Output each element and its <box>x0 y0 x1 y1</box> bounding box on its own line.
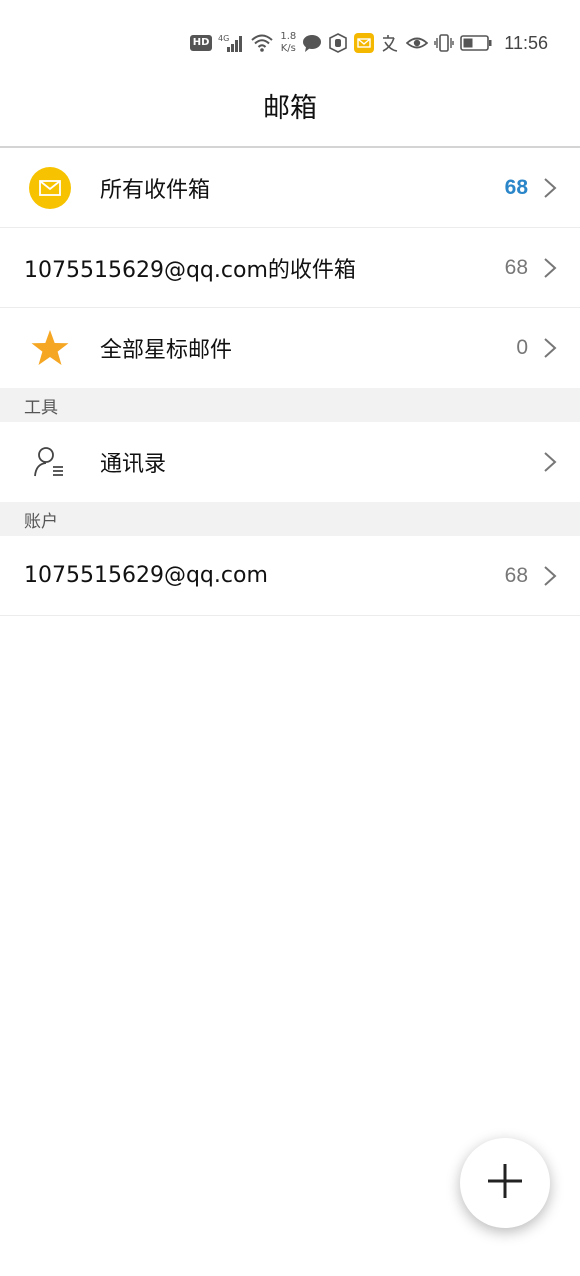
mailbox-row-qq-inbox[interactable]: 1075515629@qq.com的收件箱 68 <box>0 228 580 308</box>
unread-count: 68 <box>504 255 528 279</box>
mailbox-label: 所有收件箱 <box>100 177 211 203</box>
mailbox-label: 1075515629@qq.com的收件箱 <box>24 257 356 283</box>
clock: 11:56 <box>504 32 548 53</box>
eye-icon <box>406 32 429 54</box>
tool-label: 通讯录 <box>100 452 167 477</box>
chevron-right-icon <box>542 450 558 474</box>
status-icons: HD 4G 1.8 K/s 11:56 <box>189 30 548 56</box>
unread-count: 0 <box>516 336 528 359</box>
hd-label: HD <box>189 35 213 51</box>
title-bar: 邮箱 <box>0 86 580 148</box>
mailbox-row-starred[interactable]: 全部星标邮件 0 <box>0 308 580 388</box>
battery-icon <box>460 32 492 54</box>
mailbox-label: 全部星标邮件 <box>100 338 233 363</box>
chevron-right-icon <box>542 564 558 588</box>
star-icon <box>28 326 72 370</box>
chevron-right-icon <box>542 256 558 280</box>
account-label: 1075515629@qq.com <box>24 563 268 588</box>
translate-icon <box>380 32 400 54</box>
mail-app-icon <box>354 32 375 54</box>
network-label: 4G <box>218 34 229 43</box>
plus-icon <box>486 1162 524 1204</box>
envelope-icon <box>28 166 72 210</box>
signal-icon: 4G <box>218 32 244 54</box>
section-title: 账户 <box>24 511 58 532</box>
hd-icon: HD <box>189 32 213 54</box>
section-header-accounts: 账户 <box>0 502 580 536</box>
chevron-right-icon <box>542 336 558 360</box>
status-bar: HD 4G 1.8 K/s 11:56 <box>0 0 580 86</box>
chevron-right-icon <box>542 176 558 200</box>
hand-icon <box>328 32 348 54</box>
page-title: 邮箱 <box>263 93 317 124</box>
section-header-tools: 工具 <box>0 388 580 422</box>
network-speed: 1.8 K/s <box>280 31 297 54</box>
unread-count: 68 <box>504 175 528 199</box>
wifi-icon <box>250 32 274 54</box>
tools-row-contacts[interactable]: 通讯录 <box>0 422 580 502</box>
account-row[interactable]: 1075515629@qq.com 68 <box>0 536 580 616</box>
speed-value: 1.8 <box>280 31 297 42</box>
mailbox-row-all-inboxes[interactable]: 所有收件箱 68 <box>0 148 580 228</box>
unread-count: 68 <box>504 563 528 587</box>
chat-bubble-icon <box>302 32 322 54</box>
add-button[interactable] <box>460 1138 550 1228</box>
contacts-icon <box>28 440 72 484</box>
speed-unit: K/s <box>280 43 296 54</box>
vibrate-icon <box>434 32 454 54</box>
section-title: 工具 <box>24 397 58 418</box>
